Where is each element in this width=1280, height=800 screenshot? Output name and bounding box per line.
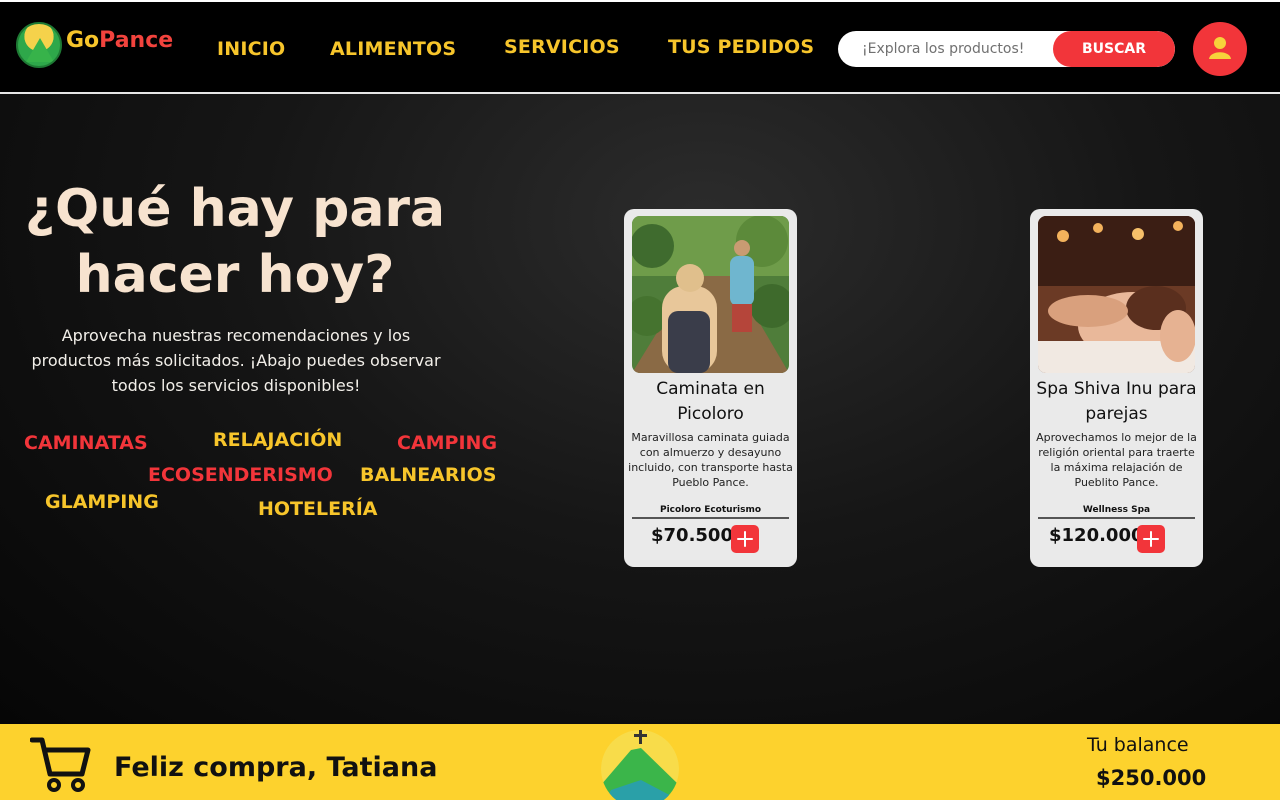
card-description: Maravillosa caminata guiada con almuerzo…	[628, 431, 793, 489]
balance-label: Tu balance	[1087, 734, 1189, 756]
search-input[interactable]	[838, 31, 1058, 67]
greeting-text: Feliz compra, Tatiana	[114, 752, 438, 783]
add-to-cart-button[interactable]	[1137, 525, 1165, 553]
brand-name: GoPance	[66, 28, 173, 53]
brand-logo[interactable]: GoPance	[16, 22, 173, 68]
search-bar: BUSCAR	[838, 31, 1175, 67]
card-price: $120.000	[1049, 525, 1144, 546]
card-vendor: Picoloro Ecoturismo	[632, 505, 789, 519]
tag-caminatas[interactable]: CAMINATAS	[24, 432, 148, 454]
nav-item-tus-pedidos[interactable]: TUS PEDIDOS	[668, 36, 814, 58]
user-icon	[1209, 37, 1231, 59]
card-title: Caminata en Picoloro	[656, 379, 765, 424]
tag-camping[interactable]: CAMPING	[397, 432, 497, 454]
nav-item-alimentos[interactable]: ALIMENTOS	[330, 38, 456, 60]
product-card[interactable]: Spa Shiva Inu para parejas Aprovechamos …	[1030, 209, 1203, 567]
search-button[interactable]: BUSCAR	[1053, 31, 1175, 67]
tag-glamping[interactable]: GLAMPING	[45, 491, 159, 513]
card-price: $70.500	[651, 525, 733, 546]
tag-hoteleria[interactable]: HOTELERÍA	[258, 498, 377, 520]
hero-subtitle: Aprovecha nuestras recomendaciones y los…	[31, 326, 441, 395]
user-profile-button[interactable]	[1193, 22, 1247, 76]
card-description: Aprovechamos lo mejor de la religión ori…	[1036, 431, 1197, 489]
mountain-logo-icon	[16, 22, 62, 68]
balance-amount: $250.000	[1096, 766, 1207, 790]
nav-item-inicio[interactable]: INICIO	[217, 38, 285, 60]
brand-name-pance: Pance	[99, 27, 174, 53]
card-title: Spa Shiva Inu para parejas	[1036, 379, 1197, 424]
add-to-cart-button[interactable]	[731, 525, 759, 553]
footer-bar: Feliz compra, Tatiana Tu balance $250.00…	[0, 724, 1280, 800]
tag-relajacion[interactable]: RELAJACIÓN	[213, 429, 342, 451]
shopping-cart-icon[interactable]	[29, 736, 92, 796]
mountain-logo-icon	[601, 730, 679, 800]
nav-item-servicios[interactable]: SERVICIOS	[504, 36, 620, 58]
hero-title: ¿Qué hay para hacer hoy?	[24, 179, 446, 305]
product-card[interactable]: Caminata en Picoloro Maravillosa caminat…	[624, 209, 797, 567]
tag-balnearios[interactable]: BALNEARIOS	[360, 464, 496, 486]
top-navbar: GoPance INICIO ALIMENTOS SERVICIOS TUS P…	[0, 0, 1280, 94]
tag-ecosenderismo[interactable]: ECOSENDERISMO	[148, 464, 333, 486]
brand-name-go: Go	[66, 27, 100, 53]
spa-photo	[1038, 216, 1195, 373]
card-vendor: Wellness Spa	[1038, 505, 1195, 519]
hiking-photo	[632, 216, 789, 373]
